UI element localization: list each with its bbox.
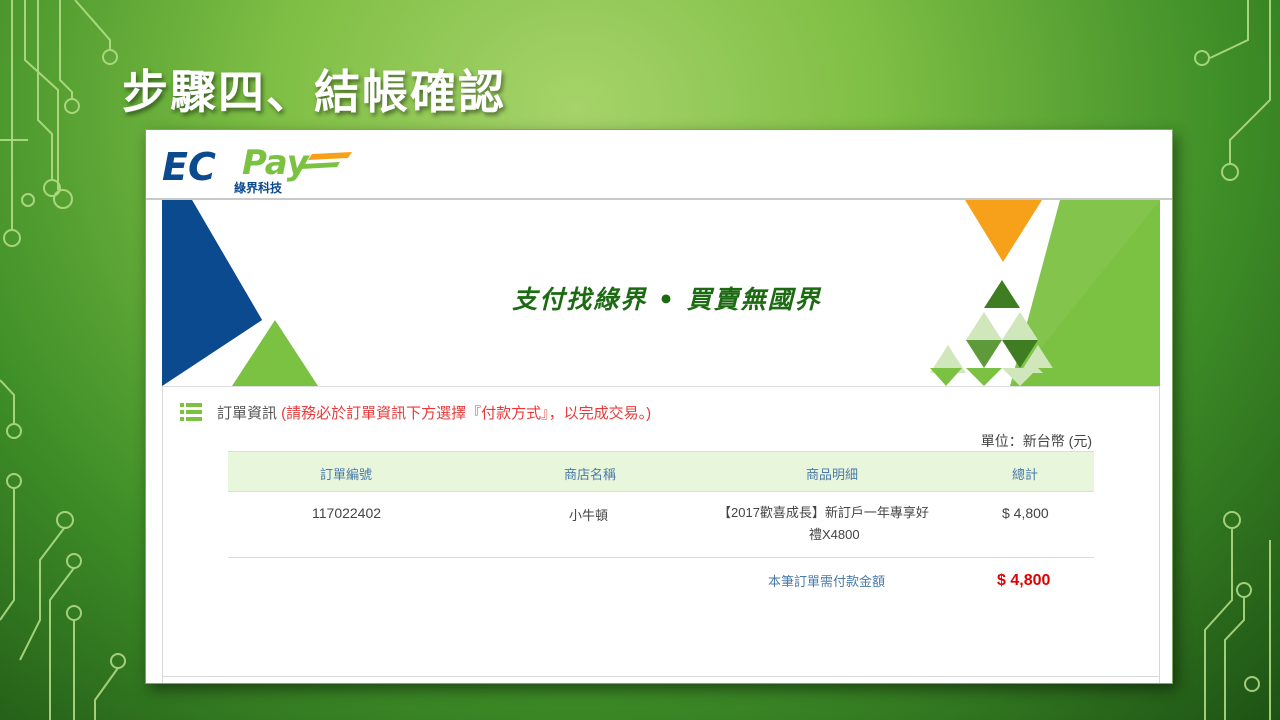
currency-unit: 單位：新台幣 (元): [980, 433, 1092, 449]
payment-amount-label: 本筆訂單需付款金額: [768, 574, 886, 589]
slide-title: 步驟四、結帳確認: [122, 65, 506, 119]
item-detail-line2: 禮X4800: [809, 527, 860, 542]
payment-method-notice: (請務必於訂單資訊下方選擇『付款方式』，以完成交易。): [277, 405, 652, 422]
ecpay-checkout-screenshot: EC Pay 綠界科技 支付找綠界 • 買賣無國界 訂單資訊 (請務必於訂單資訊…: [145, 129, 1173, 684]
promo-banner: 支付找綠界 • 買賣無國界: [162, 200, 1160, 387]
frame-line-bottom: [162, 676, 1160, 677]
store-name: 小牛頓: [569, 508, 609, 523]
order-number: 117022402: [312, 505, 382, 521]
col-item-detail: 商品明細: [806, 467, 859, 482]
item-detail: 【2017歡喜成長】新訂戶一年專享好 禮X4800: [718, 502, 929, 546]
item-detail-line1: 【2017歡喜成長】新訂戶一年專享好: [718, 505, 929, 520]
col-store-name: 商店名稱: [564, 467, 617, 482]
table-row: 117022402 小牛頓 【2017歡喜成長】新訂戶一年專享好 禮X4800 …: [228, 491, 1094, 558]
col-total: 總計: [1012, 467, 1039, 482]
logo-subtitle: 綠界科技: [234, 180, 283, 194]
row-total: $ 4,800: [1002, 505, 1049, 521]
logo-ec-text: EC: [162, 145, 216, 189]
order-info-label: 訂單資訊: [217, 405, 278, 422]
list-icon: [180, 403, 202, 421]
order-table-header: 訂單編號 商店名稱 商品明細 總計: [228, 451, 1094, 492]
header-bar: EC Pay 綠界科技: [146, 130, 1172, 200]
order-info-header: 訂單資訊 (請務必於訂單資訊下方選擇『付款方式』，以完成交易。): [180, 402, 652, 423]
ecpay-logo[interactable]: EC Pay 綠界科技: [162, 136, 352, 194]
logo-pay-text: Pay: [242, 143, 311, 183]
banner-slogan: 支付找綠界 • 買賣無國界: [512, 285, 822, 314]
payment-amount-value: $ 4,800: [997, 572, 1051, 589]
col-order-no: 訂單編號: [320, 467, 373, 482]
